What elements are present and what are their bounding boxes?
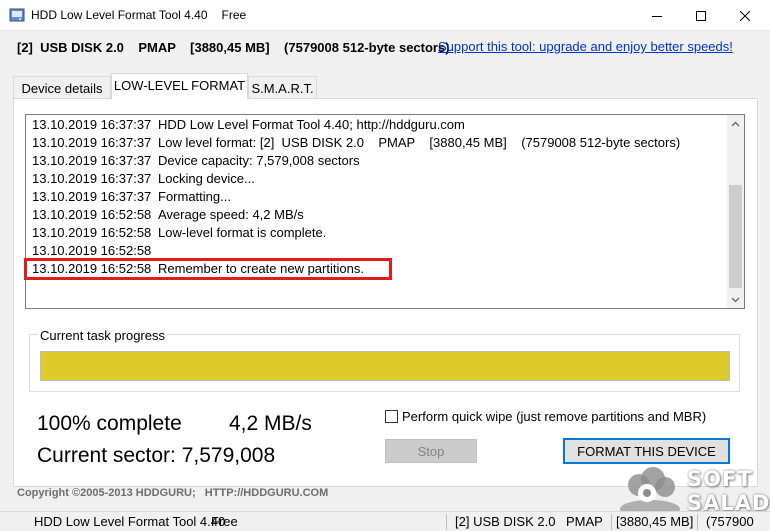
maximize-icon (696, 10, 706, 21)
format-device-button[interactable]: FORMAT THIS DEVICE (563, 438, 730, 464)
log-message: Low level format: [2] USB DISK 2.0 PMAP … (158, 135, 681, 150)
title-bar: HDD Low Level Format Tool 4.40 Free (0, 0, 770, 31)
current-sector: Current sector: 7,579,008 (37, 444, 276, 467)
quick-wipe-checkbox[interactable] (385, 410, 398, 423)
tab-low-level-format[interactable]: LOW-LEVEL FORMAT (111, 73, 248, 99)
log-line: 13.10.2019 16:52:58 Low-level format is c… (32, 225, 326, 243)
minimize-icon (652, 15, 662, 17)
window-edition: Free (221, 8, 247, 22)
close-icon (740, 10, 750, 21)
maximize-button[interactable] (678, 0, 724, 31)
window-title-text: HDD Low Level Format Tool 4.40 (31, 8, 208, 22)
progress-legend: Current task progress (38, 328, 167, 343)
log-timestamp: 13.10.2019 16:37:37 (32, 189, 152, 204)
progress-fill (41, 352, 729, 380)
log-message: Average speed: 4,2 MB/s (158, 207, 304, 222)
status-mode: PMAP (566, 514, 603, 529)
status-sectors: (757900 (706, 514, 754, 529)
quick-wipe-option[interactable]: Perform quick wipe (just remove partitio… (385, 409, 706, 424)
device-info-bar: [2] USB DISK 2.0 PMAP [3880,45 MB] (7579… (0, 31, 770, 65)
log-timestamp: 13.10.2019 16:37:37 (32, 135, 152, 150)
tab-smart[interactable]: S.M.A.R.T. (248, 76, 317, 99)
copyright-text: Copyright ©2005-2013 HDDGURU; HTTP://HDD… (17, 487, 329, 499)
log-line: 13.10.2019 16:37:37 Locking device... (32, 171, 255, 189)
highlight-box (24, 258, 392, 280)
window-title: HDD Low Level Format Tool 4.40 Free (31, 8, 246, 22)
log-timestamp: 13.10.2019 16:37:37 (32, 153, 152, 168)
selected-device-info: [2] USB DISK 2.0 PMAP [3880,45 MB] (7579… (17, 40, 450, 55)
log-timestamp: 13.10.2019 16:37:37 (32, 117, 152, 132)
status-device: [2] USB DISK 2.0 (455, 514, 556, 529)
status-size: [3880,45 MB] (616, 514, 694, 529)
status-bar: HDD Low Level Format Tool 4.40 Free [2] … (0, 511, 770, 531)
log-timestamp: 13.10.2019 16:52:58 (32, 207, 152, 222)
log-message: HDD Low Level Format Tool 4.40; http://h… (158, 117, 465, 132)
close-button[interactable] (722, 0, 768, 31)
log-message: Device capacity: 7,579,008 sectors (158, 153, 360, 168)
status-separator (697, 514, 698, 530)
status-app-title: HDD Low Level Format Tool 4.40 (34, 514, 226, 529)
quick-wipe-label: Perform quick wipe (just remove partitio… (402, 409, 707, 424)
status-edition: Free (211, 514, 238, 529)
log-message: Locking device... (158, 171, 255, 186)
log-line: 13.10.2019 16:37:37 Formatting... (32, 189, 231, 207)
scroll-down-button[interactable] (727, 291, 744, 308)
current-speed: 4,2 MB/s (229, 412, 312, 435)
log-line: 13.10.2019 16:52:58 Average speed: 4,2 MB… (32, 207, 304, 225)
scroll-up-button[interactable] (727, 115, 744, 132)
log-timestamp: 13.10.2019 16:37:37 (32, 171, 152, 186)
chevron-down-icon (731, 297, 740, 302)
log-line: 13.10.2019 16:37:37 Device capacity: 7,57… (32, 153, 360, 171)
log-scrollbar[interactable] (727, 115, 744, 308)
minimize-button[interactable] (634, 0, 680, 31)
log-message: Low-level format is complete. (158, 225, 327, 240)
support-link[interactable]: Support this tool: upgrade and enjoy bet… (438, 39, 733, 54)
log-timestamp: 13.10.2019 16:52:58 (32, 243, 152, 258)
percent-complete: 100% complete (37, 412, 182, 435)
log-message: Formatting... (158, 189, 231, 204)
status-separator (611, 514, 612, 530)
app-icon (9, 8, 25, 22)
progress-bar (40, 351, 730, 381)
log-timestamp: 13.10.2019 16:52:58 (32, 225, 152, 240)
tab-device-details[interactable]: Device details (13, 76, 111, 99)
log-line: 13.10.2019 16:37:37 Low level format: [2]… (32, 135, 680, 153)
chevron-up-icon (731, 121, 740, 126)
watermark-line-1: SOFT (687, 467, 753, 491)
log-line: 13.10.2019 16:37:37 HDD Low Level Format … (32, 117, 465, 135)
stop-button[interactable]: Stop (385, 439, 477, 463)
scroll-thumb[interactable] (729, 185, 742, 288)
status-separator (446, 514, 447, 530)
